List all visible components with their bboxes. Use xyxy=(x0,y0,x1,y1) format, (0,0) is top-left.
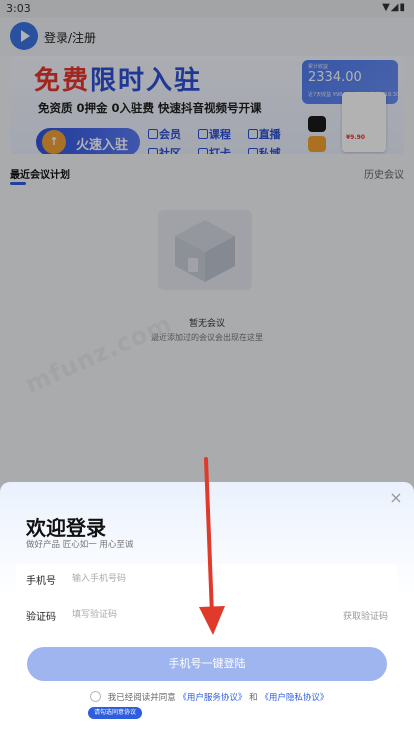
agreement-tip-badge: 请勾选同意协议 xyxy=(88,707,143,719)
privacy-agreement-link[interactable]: 《用户隐私协议》 xyxy=(260,693,328,703)
sheet-title: 欢迎登录 xyxy=(26,516,106,540)
annotation-arrow-icon xyxy=(199,457,225,635)
agreement-prefix: 我已经阅读并同意 xyxy=(107,693,176,703)
get-code-button[interactable]: 获取验证码 xyxy=(343,609,388,622)
agreement-row: 我已经阅读并同意 《用户服务协议》 和 《用户隐私协议》 xyxy=(90,691,328,703)
agreement-and: 和 xyxy=(249,693,258,703)
sheet-slogan: 做好产品 匠心如一 用心至诚 xyxy=(26,540,134,550)
service-agreement-link[interactable]: 《用户服务协议》 xyxy=(178,693,246,703)
code-label: 验证码 xyxy=(26,612,56,623)
one-click-login-button[interactable]: 手机号一键登陆 xyxy=(27,647,387,681)
close-icon[interactable]: × xyxy=(388,490,404,506)
agreement-checkbox[interactable] xyxy=(90,691,101,702)
phone-label: 手机号 xyxy=(26,576,56,587)
